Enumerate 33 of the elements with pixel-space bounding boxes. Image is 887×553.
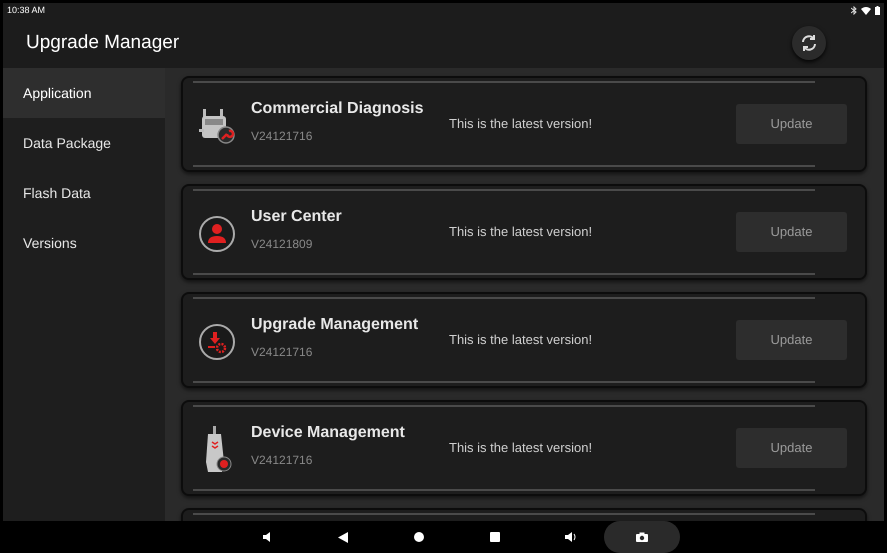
app-name: Device Management [251,423,406,443]
sidebar-item[interactable]: Versions [3,218,165,268]
wifi-icon [861,6,871,14]
app-version: V24121716 [251,452,314,469]
refresh-button[interactable] [792,26,826,60]
home-icon[interactable] [414,532,424,542]
refresh-icon [799,33,819,53]
recents-icon[interactable] [490,532,500,542]
app-name: User Center [251,207,343,227]
sidebar-item[interactable]: Data Package [3,118,165,168]
clock-time: 10:38 AM [7,6,46,15]
app-version: V24121716 [251,344,314,361]
status-message: This is the latest version! [449,223,592,242]
app-name: Upgrade Management [251,315,420,335]
user-icon [198,215,236,253]
sidebar-item[interactable]: Application [3,68,165,118]
truck-wrench-icon [198,107,236,145]
volume-down-icon[interactable] [262,532,273,542]
page-title: Upgrade Manager [26,30,180,55]
battery-icon [875,6,880,15]
screenshot-button[interactable] [604,521,680,553]
back-icon[interactable] [338,532,348,542]
volume-up-icon[interactable] [565,532,578,542]
download-gear-icon [198,323,236,361]
camera-icon [636,532,648,542]
app-version: V24121716 [251,128,314,145]
status-message: This is the latest version! [449,115,592,134]
app-name: Commercial Diagnosis [251,99,424,119]
sidebar-item[interactable]: Flash Data [3,168,165,218]
bluetooth-icon [851,6,857,15]
status-message: This is the latest version! [449,439,592,458]
status-message: This is the latest version! [449,331,592,350]
app-version: V24121809 [251,236,314,253]
